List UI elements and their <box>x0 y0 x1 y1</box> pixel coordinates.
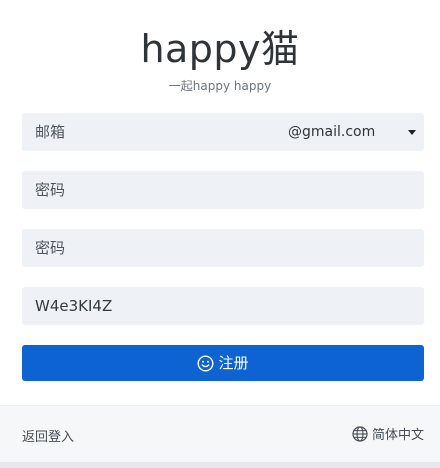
language-switcher[interactable]: 简体中文 <box>352 424 424 443</box>
email-domain-value: @gmail.com <box>288 124 376 140</box>
footer: 返回登入 简体中文 <box>0 405 440 462</box>
register-button[interactable]: 注册 <box>22 345 424 381</box>
register-page: happy猫 一起happy happy @gmail.com W4e3KI4Z… <box>0 0 440 468</box>
globe-icon <box>352 425 368 442</box>
captcha-field-group[interactable]: W4e3KI4Z <box>22 287 424 325</box>
confirm-password-field-group <box>22 229 424 267</box>
smile-icon <box>197 354 214 372</box>
email-domain-select[interactable]: @gmail.com <box>276 113 424 151</box>
back-to-login-link[interactable]: 返回登入 <box>22 426 74 445</box>
register-button-label: 注册 <box>218 354 249 372</box>
bottom-divider <box>0 462 440 468</box>
app-subtitle: 一起happy happy <box>168 79 272 93</box>
app-title: happy猫 <box>140 27 300 71</box>
brand-header: happy猫 一起happy happy <box>0 24 440 94</box>
email-input[interactable] <box>22 113 272 151</box>
chevron-down-icon <box>408 130 416 135</box>
email-field-group: @gmail.com <box>22 113 424 151</box>
language-label: 简体中文 <box>371 428 424 443</box>
password-field-group <box>22 171 424 209</box>
captcha-code: W4e3KI4Z <box>35 297 113 315</box>
password-input[interactable] <box>22 171 424 209</box>
confirm-password-input[interactable] <box>22 229 424 267</box>
